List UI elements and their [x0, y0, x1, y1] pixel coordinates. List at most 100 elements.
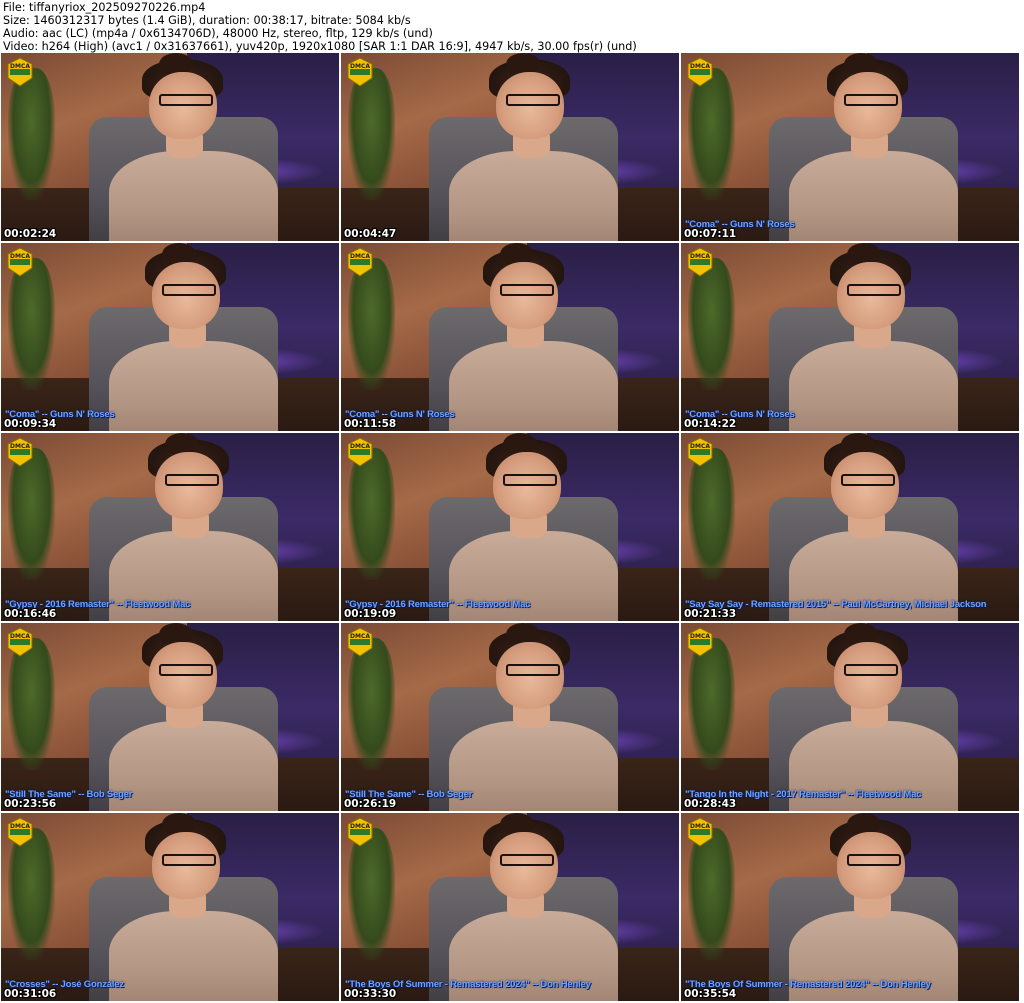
person-face — [834, 641, 902, 710]
timestamp: 00:21:33 — [684, 608, 737, 620]
video-frame — [341, 53, 679, 241]
glasses — [844, 94, 899, 106]
video-thumbnail[interactable]: DMCA "Tango In the Night - 2017 Remaster"… — [681, 623, 1019, 811]
svg-text:DMCA: DMCA — [10, 443, 30, 450]
person-body — [109, 150, 279, 241]
svg-text:DMCA: DMCA — [350, 633, 370, 640]
person-body — [449, 340, 619, 431]
dmca-badge-icon: DMCA — [347, 437, 373, 467]
dmca-badge-icon: DMCA — [687, 627, 713, 657]
file-size-line: Size: 1460312317 bytes (1.4 GiB), durati… — [3, 14, 411, 27]
video-thumbnail[interactable]: DMCA 00:04:47 — [341, 53, 679, 241]
video-frame — [681, 53, 1019, 241]
video-frame — [681, 623, 1019, 811]
svg-text:DMCA: DMCA — [350, 443, 370, 450]
svg-text:DMCA: DMCA — [690, 63, 710, 70]
video-frame — [1, 813, 339, 1001]
plant — [687, 448, 736, 580]
timestamp: 00:16:46 — [4, 608, 57, 620]
dmca-badge-icon: DMCA — [7, 57, 33, 87]
plant — [687, 828, 736, 960]
thumbnail-grid: DMCA 00:02:24 DMCA 00:04:47 DMCA "Coma" -- Gu… — [1, 53, 1023, 1003]
person-face — [155, 451, 223, 520]
video-thumbnail[interactable]: DMCA "Still The Same" -- Bob Seger 00:26:1… — [341, 623, 679, 811]
video-thumbnail[interactable]: DMCA "Coma" -- Guns N' Roses 00:14:22 — [681, 243, 1019, 431]
video-frame — [1, 53, 339, 241]
dmca-badge-icon: DMCA — [7, 627, 33, 657]
file-name-line: File: tiffanyriox_202509270226.mp4 — [3, 1, 206, 14]
dmca-badge-icon: DMCA — [7, 437, 33, 467]
glasses — [847, 284, 902, 296]
glasses — [847, 854, 902, 866]
plant — [347, 448, 396, 580]
video-thumbnail[interactable]: DMCA "Coma" -- Guns N' Roses 00:09:34 — [1, 243, 339, 431]
plant — [7, 258, 56, 390]
video-frame — [1, 623, 339, 811]
person-body — [789, 340, 959, 431]
plant — [7, 448, 56, 580]
video-thumbnail[interactable]: DMCA "Say Say Say - Remastered 2015" -- P… — [681, 433, 1019, 621]
video-thumbnail[interactable]: DMCA "Coma" -- Guns N' Roses 00:07:11 — [681, 53, 1019, 241]
person-face — [496, 71, 564, 140]
video-frame — [1, 433, 339, 621]
person-body — [109, 340, 279, 431]
svg-text:DMCA: DMCA — [350, 63, 370, 70]
plant — [7, 638, 56, 770]
glasses — [159, 94, 214, 106]
video-thumbnail[interactable]: DMCA "Gypsy - 2016 Remaster" -- Fleetwood… — [341, 433, 679, 621]
person-face — [831, 451, 899, 520]
timestamp: 00:07:11 — [684, 228, 737, 240]
person-face — [837, 831, 905, 900]
svg-text:DMCA: DMCA — [690, 443, 710, 450]
video-thumbnail[interactable]: DMCA "Still The Same" -- Bob Seger 00:23:5… — [1, 623, 339, 811]
dmca-badge-icon: DMCA — [347, 57, 373, 87]
dmca-badge-icon: DMCA — [347, 627, 373, 657]
video-thumbnail[interactable]: DMCA "Crosses" -- José González 00:31:06 — [1, 813, 339, 1001]
timestamp: 00:04:47 — [344, 228, 397, 240]
video-frame — [1, 243, 339, 431]
glasses — [165, 474, 220, 486]
video-thumbnail[interactable]: DMCA 00:02:24 — [1, 53, 339, 241]
plant — [687, 638, 736, 770]
timestamp: 00:14:22 — [684, 418, 737, 430]
person-face — [149, 641, 217, 710]
plant — [347, 828, 396, 960]
video-thumbnail[interactable]: DMCA "The Boys Of Summer - Remastered 202… — [681, 813, 1019, 1001]
plant — [347, 68, 396, 200]
svg-text:DMCA: DMCA — [350, 253, 370, 260]
glasses — [162, 284, 217, 296]
glasses — [500, 284, 555, 296]
timestamp: 00:31:06 — [4, 988, 57, 1000]
timestamp: 00:33:30 — [344, 988, 397, 1000]
dmca-badge-icon: DMCA — [347, 817, 373, 847]
dmca-badge-icon: DMCA — [7, 817, 33, 847]
timestamp: 00:11:58 — [344, 418, 397, 430]
person-body — [449, 150, 619, 241]
person-face — [837, 261, 905, 330]
plant — [7, 828, 56, 960]
video-frame — [681, 433, 1019, 621]
svg-text:DMCA: DMCA — [690, 253, 710, 260]
person-face — [152, 831, 220, 900]
person-body — [449, 720, 619, 811]
video-thumbnail[interactable]: DMCA "Coma" -- Guns N' Roses 00:11:58 — [341, 243, 679, 431]
dmca-badge-icon: DMCA — [687, 817, 713, 847]
glasses — [841, 474, 896, 486]
glasses — [162, 854, 217, 866]
video-frame — [681, 813, 1019, 1001]
svg-text:DMCA: DMCA — [350, 823, 370, 830]
video-frame — [341, 243, 679, 431]
svg-text:DMCA: DMCA — [10, 253, 30, 260]
video-thumbnail[interactable]: DMCA "The Boys Of Summer - Remastered 202… — [341, 813, 679, 1001]
person-face — [496, 641, 564, 710]
timestamp: 00:09:34 — [4, 418, 57, 430]
video-thumbnail[interactable]: DMCA "Gypsy - 2016 Remaster" -- Fleetwood… — [1, 433, 339, 621]
svg-text:DMCA: DMCA — [10, 63, 30, 70]
dmca-badge-icon: DMCA — [687, 437, 713, 467]
plant — [687, 68, 736, 200]
video-frame — [341, 623, 679, 811]
person-face — [493, 451, 561, 520]
video-info-line: Video: h264 (High) (avc1 / 0x31637661), … — [3, 40, 637, 53]
person-body — [109, 720, 279, 811]
dmca-badge-icon: DMCA — [687, 57, 713, 87]
